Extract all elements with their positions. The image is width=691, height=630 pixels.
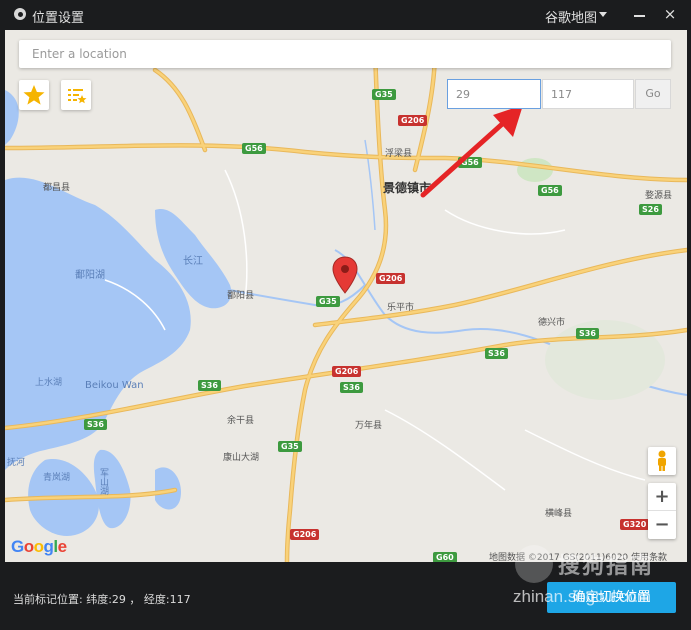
favorites-list-button[interactable] xyxy=(61,80,91,110)
place-label-shangshui: 上水湖 xyxy=(35,378,63,388)
watermark-text: 搜狗指南 xyxy=(558,554,655,579)
longitude-input[interactable]: 117 xyxy=(542,79,634,109)
road-shield: S36 xyxy=(198,380,221,391)
place-label-qinglan: 青岚湖 xyxy=(43,473,71,483)
star-icon xyxy=(23,85,45,105)
watermark-logo-icon xyxy=(515,545,553,583)
place-label-changjiang: 长江 xyxy=(183,256,203,267)
annotation-arrow xyxy=(420,105,523,198)
favorite-button[interactable] xyxy=(19,80,49,110)
watermark-url: zhinan.sogou.com xyxy=(513,587,651,606)
road-shield: S26 xyxy=(639,204,662,215)
place-label-wuyuan: 婺源县 xyxy=(645,191,673,201)
road-shield: G35 xyxy=(316,296,340,307)
road-shield: G206 xyxy=(332,366,362,377)
place-label-poyang-lake: 鄱阳湖 xyxy=(75,270,105,281)
google-logo: Google xyxy=(11,537,67,556)
street-view-pegman[interactable] xyxy=(648,447,676,475)
place-label-poyang-county: 鄱阳县 xyxy=(227,291,255,301)
road-shield: S36 xyxy=(340,382,363,393)
location-search-input[interactable]: Enter a location xyxy=(19,40,671,68)
road-shield: G35 xyxy=(278,441,302,452)
title-bar: 位置设置 谷歌地图 × xyxy=(0,0,691,30)
road-shield: S36 xyxy=(485,348,508,359)
place-label-kangshan: 康山大湖 xyxy=(223,453,260,463)
place-label-yugan: 余干县 xyxy=(227,416,255,426)
road-shield: G56 xyxy=(242,143,266,154)
zoom-control: + − xyxy=(648,483,676,539)
place-label-beikou: Beikou Wan xyxy=(85,380,144,391)
road-shield: G206 xyxy=(376,273,406,284)
road-shield: G56 xyxy=(538,185,562,196)
road-shield: G60 xyxy=(433,552,457,562)
place-label-duchang: 都昌县 xyxy=(43,183,71,193)
road-shield: S36 xyxy=(576,328,599,339)
place-label-dexing: 德兴市 xyxy=(538,318,566,328)
place-label-junshan: 军山湖 xyxy=(98,468,108,495)
location-pin-icon xyxy=(14,8,26,20)
pegman-icon xyxy=(658,450,666,471)
place-label-leping: 乐平市 xyxy=(387,303,415,313)
road-shield: G206 xyxy=(290,529,320,540)
window-title: 位置设置 xyxy=(32,11,85,26)
minimize-button[interactable] xyxy=(633,6,647,22)
current-location-text: 当前标记位置: 纬度:29 ， 经度:117 xyxy=(13,593,191,606)
place-label-wannian: 万年县 xyxy=(355,421,383,431)
close-button[interactable]: × xyxy=(662,5,678,23)
zoom-in-button[interactable]: + xyxy=(648,483,676,511)
place-label-fuliang: 浮梁县 xyxy=(385,149,413,159)
place-label-fuhe: 抚河 xyxy=(7,458,26,468)
road-shield: G320 xyxy=(620,519,650,530)
map-provider-dropdown[interactable]: 谷歌地图 xyxy=(545,7,597,26)
zoom-out-button[interactable]: − xyxy=(648,511,676,538)
go-button[interactable]: Go xyxy=(635,79,671,109)
latitude-input[interactable]: 29 xyxy=(447,79,541,109)
road-shield: S36 xyxy=(84,419,107,430)
map-marker-pin-icon[interactable] xyxy=(332,256,358,294)
list-star-icon xyxy=(68,89,87,104)
place-label-hengfeng: 横峰县 xyxy=(545,509,573,519)
chevron-down-icon[interactable] xyxy=(599,12,607,17)
road-shield: G35 xyxy=(372,89,396,100)
map-view[interactable]: 景德镇市 鄱阳湖 长江 鄱阳县 乐平市 都昌县 浮梁县 婺源县 德兴市 万年县 … xyxy=(5,30,687,562)
